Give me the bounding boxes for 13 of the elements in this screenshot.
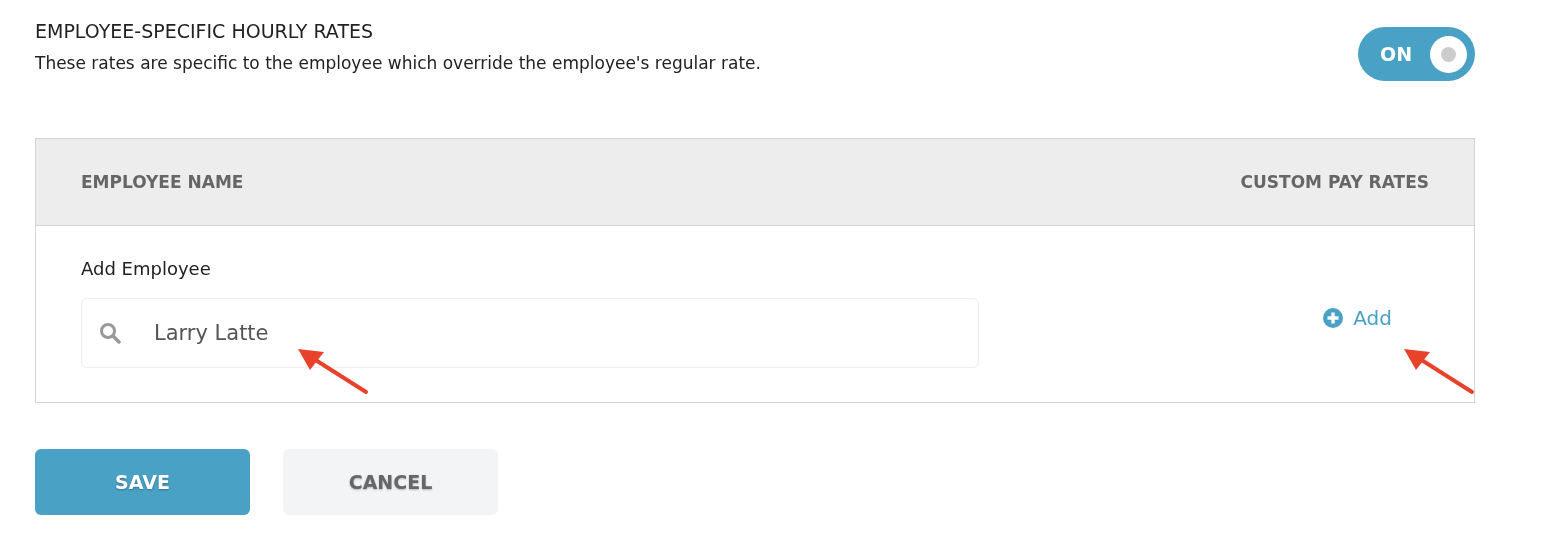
search-field[interactable]: Larry Latte (81, 298, 979, 368)
column-header: CUSTOM PAY RATES (1240, 172, 1429, 192)
annotation-arrow (1404, 349, 1474, 394)
save-button[interactable]: SAVE (35, 449, 250, 515)
field-label: Add Employee (81, 257, 212, 281)
column-header: EMPLOYEE NAME (81, 172, 244, 192)
add-link[interactable]: Add (1323, 306, 1392, 330)
cancel-button[interactable]: CANCEL (283, 449, 498, 515)
plus-circle-icon (1323, 308, 1344, 328)
section-description: These rates are specific to the employee which override the employee's regular rate. (35, 52, 761, 75)
annotation-arrow (298, 349, 368, 394)
section-title: EMPLOYEE-SPECIFIC HOURLY RATES (35, 19, 375, 44)
toggle-switch[interactable]: ON (1358, 27, 1475, 81)
